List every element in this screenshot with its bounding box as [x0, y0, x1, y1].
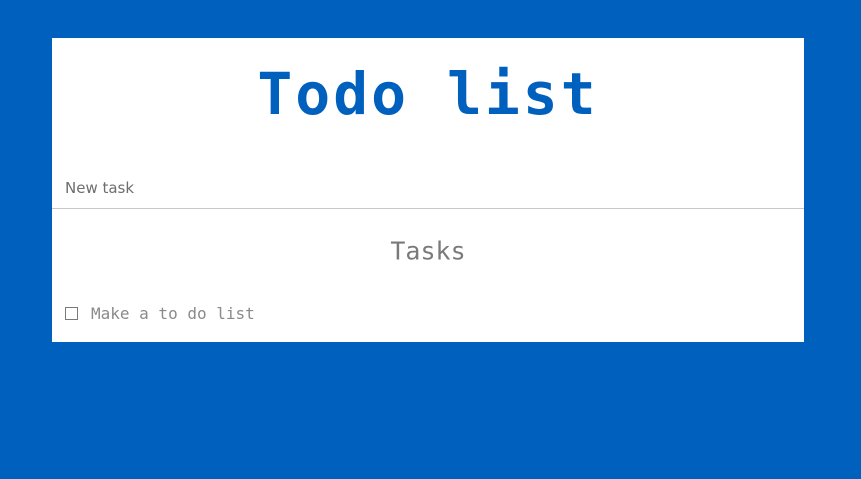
list-item[interactable]: Make a to do list [65, 302, 255, 324]
page-title: Todo list [257, 60, 599, 128]
new-task-input[interactable] [52, 168, 804, 209]
tasks-heading: Tasks [390, 236, 466, 266]
task-list: Make a to do list [65, 302, 255, 324]
task-checkbox[interactable] [65, 306, 78, 320]
todo-card: Todo list Tasks Make a to do list [52, 38, 804, 342]
task-label: Make a to do list [91, 303, 255, 323]
